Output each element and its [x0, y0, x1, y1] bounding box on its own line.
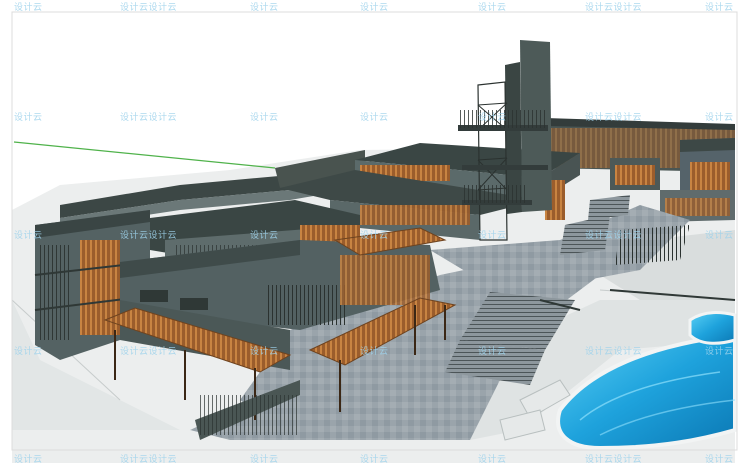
model-viewport[interactable]	[0, 0, 750, 463]
green-axis-line	[13, 141, 276, 169]
